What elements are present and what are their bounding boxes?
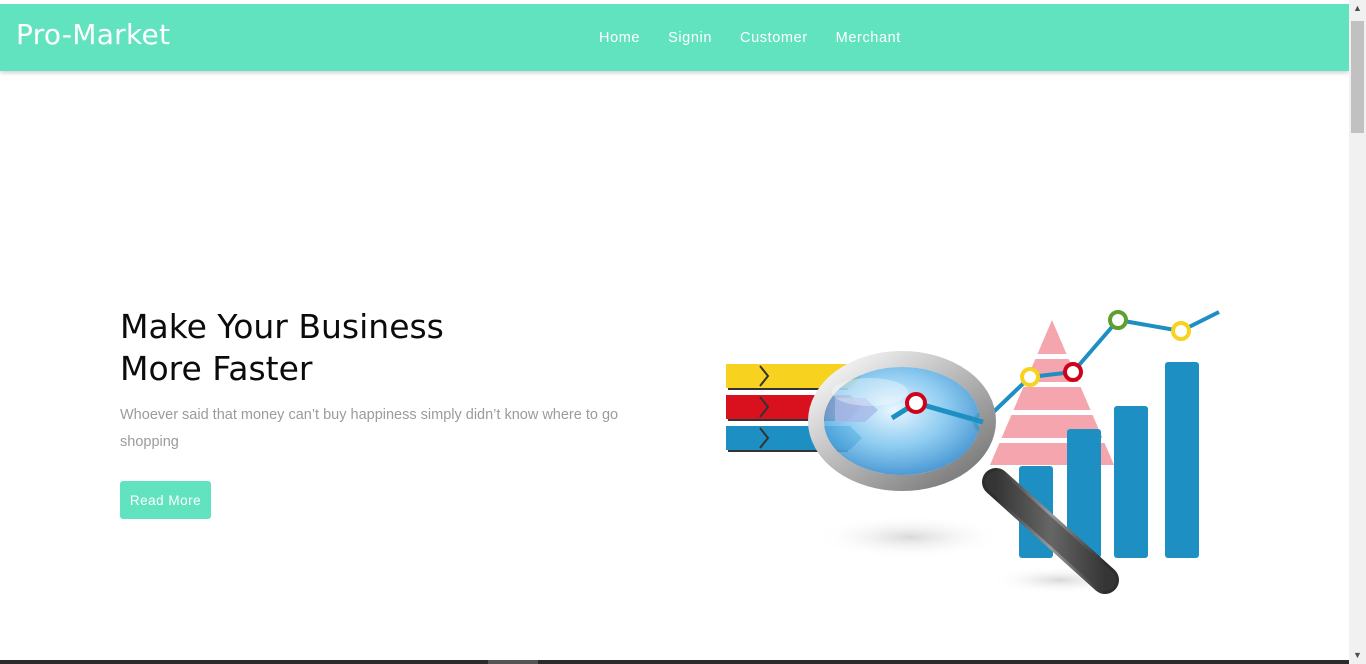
marker-yellow-1 bbox=[1020, 367, 1040, 387]
bar-4 bbox=[1165, 362, 1199, 558]
hero-title-line-2: More Faster bbox=[120, 349, 313, 388]
read-more-button[interactable]: Read More bbox=[120, 481, 211, 519]
hero-description: Whoever said that money can’t buy happin… bbox=[120, 407, 619, 450]
hero-title: Make Your Business More Faster bbox=[120, 306, 444, 390]
marker-yellow-2 bbox=[1171, 321, 1191, 341]
magnifier-growth-chart-icon bbox=[726, 310, 1220, 594]
scroll-down-icon[interactable]: ▼ bbox=[1349, 647, 1366, 664]
scroll-up-icon[interactable]: ▲ bbox=[1349, 0, 1366, 17]
lens-shadow bbox=[815, 515, 1005, 559]
brand-logo[interactable]: Pro-Market bbox=[16, 18, 170, 51]
navbar: Pro-Market Home Signin Customer Merchant bbox=[0, 4, 1349, 71]
bottom-edge-bar bbox=[0, 660, 1349, 664]
bottom-bar-thumb bbox=[488, 660, 538, 664]
nav-item-merchant[interactable]: Merchant bbox=[822, 30, 915, 46]
nav-item-signin[interactable]: Signin bbox=[654, 30, 726, 46]
main-nav: Home Signin Customer Merchant bbox=[585, 4, 915, 71]
nav-item-home[interactable]: Home bbox=[585, 30, 654, 46]
vertical-scrollbar[interactable]: ▲ ▼ bbox=[1349, 0, 1366, 664]
marker-green-2 bbox=[1108, 310, 1128, 330]
hero-title-line-1: Make Your Business bbox=[120, 307, 444, 346]
nav-item-customer[interactable]: Customer bbox=[726, 30, 822, 46]
scrollbar-thumb[interactable] bbox=[1351, 21, 1364, 133]
bar-3 bbox=[1114, 406, 1148, 558]
marker-red-2 bbox=[1063, 362, 1083, 382]
